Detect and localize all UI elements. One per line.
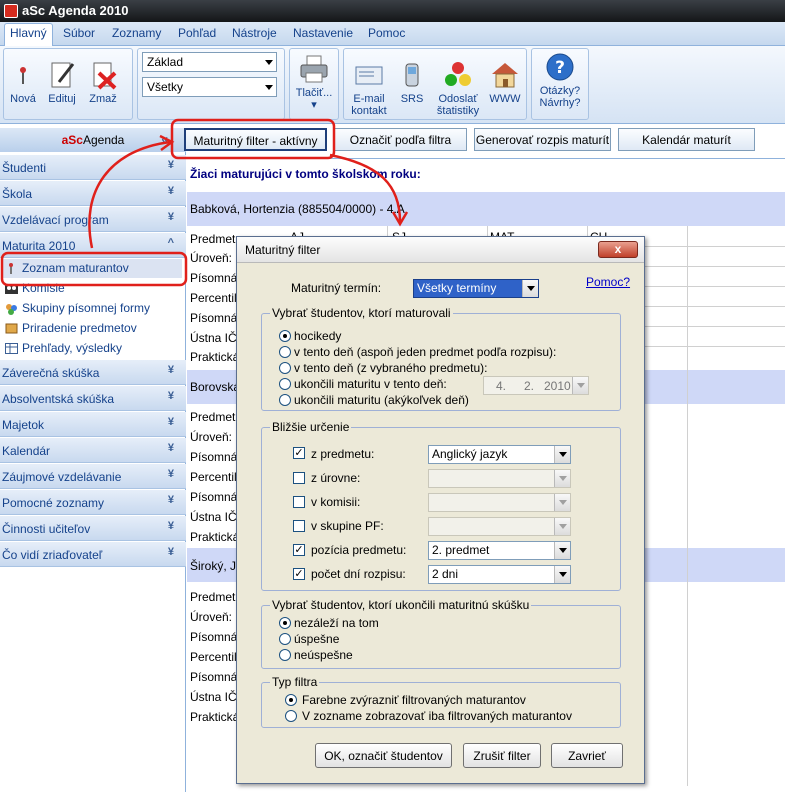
annotation-arrow (329, 153, 402, 223)
annotation-highlight-sidebar (0, 251, 188, 287)
annotation-highlight-filter (170, 118, 336, 160)
annotation-arrow (88, 140, 171, 249)
annotation-overlay (0, 118, 409, 287)
